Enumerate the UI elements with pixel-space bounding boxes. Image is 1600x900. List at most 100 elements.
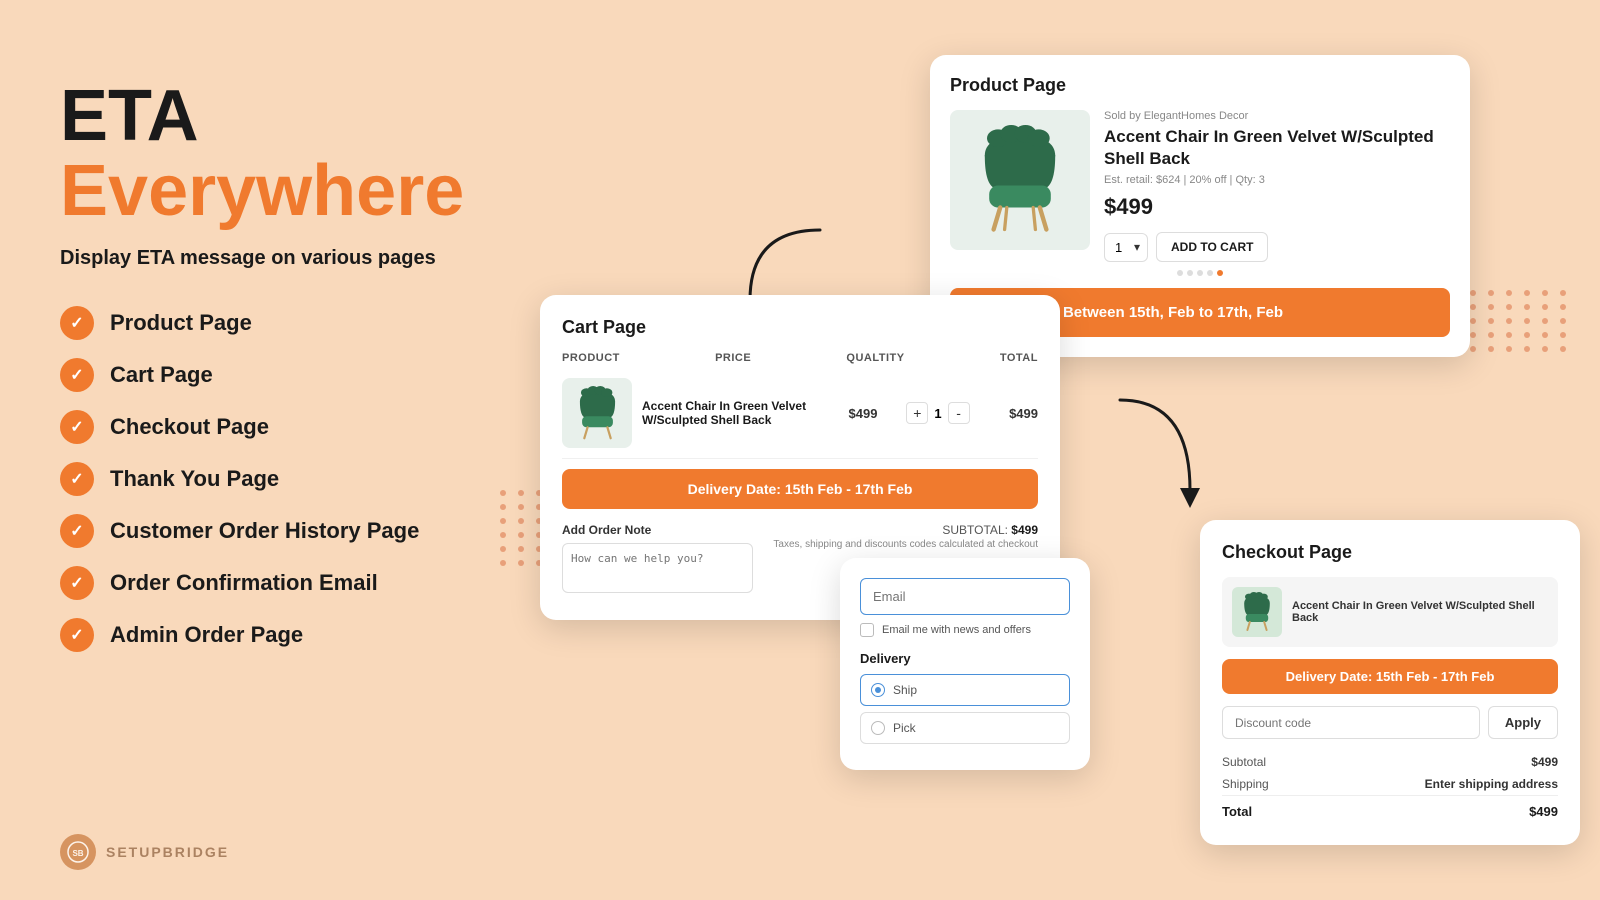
- check-icon: [60, 306, 94, 340]
- left-panel: ETA Everywhere Display ETA message on va…: [60, 80, 540, 652]
- check-icon: [60, 566, 94, 600]
- cart-item-row: Accent Chair In Green Velvet W/Sculpted …: [562, 378, 1038, 459]
- newsletter-checkbox[interactable]: [860, 623, 874, 637]
- check-icon: [60, 462, 94, 496]
- cart-delivery-banner: Delivery Date: 15th Feb - 17th Feb: [562, 469, 1038, 509]
- title-everywhere: Everywhere: [60, 152, 540, 231]
- feature-item-admin: Admin Order Page: [60, 618, 540, 652]
- product-price: $499: [1104, 194, 1450, 220]
- checkout-card-title: Checkout Page: [1222, 542, 1558, 563]
- checkout-delivery-banner: Delivery Date: 15th Feb - 17th Feb: [1222, 659, 1558, 694]
- svg-text:SB: SB: [72, 849, 83, 858]
- newsletter-label: Email me with news and offers: [882, 624, 1031, 636]
- checkout-item-name: Accent Chair In Green Velvet W/Sculpted …: [1292, 600, 1548, 624]
- tax-note: Taxes, shipping and discounts codes calc…: [773, 539, 1038, 550]
- chair-illustration: [965, 125, 1075, 235]
- feature-list: Product Page Cart Page Checkout Page Tha…: [60, 306, 540, 652]
- subtotal-line: SUBTOTAL: $499: [773, 523, 1038, 537]
- product-image-dots: [950, 270, 1450, 276]
- feature-label-cart: Cart Page: [110, 362, 213, 388]
- summary-table: Subtotal $499 Shipping Enter shipping ad…: [1222, 751, 1558, 823]
- ship-label: Ship: [893, 683, 917, 697]
- chair-illustration-checkout: [1237, 592, 1277, 632]
- qty-number: 1: [934, 406, 941, 421]
- product-details: Sold by ElegantHomes Decor Accent Chair …: [1104, 110, 1450, 262]
- feature-item-email: Order Confirmation Email: [60, 566, 540, 600]
- product-actions: 1 2 3 ADD TO CART: [1104, 232, 1450, 262]
- check-icon: [60, 410, 94, 444]
- chair-illustration-small: [570, 386, 625, 441]
- add-to-cart-button[interactable]: ADD TO CART: [1156, 232, 1268, 262]
- shipping-row: Shipping Enter shipping address: [1222, 773, 1558, 796]
- feature-label-checkout: Checkout Page: [110, 414, 269, 440]
- check-icon: [60, 514, 94, 548]
- logo-icon: SB: [60, 834, 96, 870]
- cart-table-header: PRODUCT PRICE QUALTITY TOTAL: [562, 352, 1038, 364]
- feature-label-thankyou: Thank You Page: [110, 466, 279, 492]
- feature-item-thankyou: Thank You Page: [60, 462, 540, 496]
- qty-increment[interactable]: +: [906, 402, 928, 424]
- qty-wrapper[interactable]: 1 2 3: [1104, 233, 1148, 262]
- ship-option[interactable]: Ship: [860, 674, 1070, 706]
- checkout-card: Checkout Page Accent Chair In Green Velv…: [1200, 520, 1580, 845]
- product-meta: Est. retail: $624 | 20% off | Qty: 3: [1104, 174, 1450, 186]
- pick-option[interactable]: Pick: [860, 712, 1070, 744]
- qty-decrement[interactable]: -: [948, 402, 970, 424]
- cart-qty-control[interactable]: + 1 -: [898, 402, 978, 424]
- total-value: $499: [1309, 796, 1558, 824]
- feature-item-checkout: Checkout Page: [60, 410, 540, 444]
- product-card-title: Product Page: [950, 75, 1450, 96]
- product-name: Accent Chair In Green Velvet W/Sculpted …: [1104, 126, 1450, 170]
- feature-label-history: Customer Order History Page: [110, 518, 419, 544]
- discount-input[interactable]: [1222, 706, 1480, 739]
- feature-label-email: Order Confirmation Email: [110, 570, 378, 596]
- img-dot: [1207, 270, 1213, 276]
- img-dot: [1177, 270, 1183, 276]
- check-icon: [60, 358, 94, 392]
- newsletter-row: Email me with news and offers: [860, 623, 1070, 637]
- arrow-2: [1110, 390, 1210, 510]
- checkout-form-card: Email me with news and offers Delivery S…: [840, 558, 1090, 770]
- email-input[interactable]: [860, 578, 1070, 615]
- apply-button[interactable]: Apply: [1488, 706, 1558, 739]
- ship-radio[interactable]: [871, 683, 885, 697]
- cart-card-title: Cart Page: [562, 317, 1038, 338]
- order-note-input[interactable]: [562, 543, 753, 593]
- feature-item-history: Customer Order History Page: [60, 514, 540, 548]
- subtitle: Display ETA message on various pages: [60, 247, 540, 270]
- bottom-logo: SB SETUPBRIDGE: [60, 834, 229, 870]
- product-inner: Sold by ElegantHomes Decor Accent Chair …: [950, 110, 1450, 262]
- order-note-label: Add Order Note: [562, 523, 753, 537]
- cart-item-img: [562, 378, 632, 448]
- checkout-item-img: [1232, 587, 1282, 637]
- product-image: [950, 110, 1090, 250]
- col-price: PRICE: [715, 352, 751, 364]
- subtotal-label: Subtotal: [1222, 751, 1309, 773]
- col-total: TOTAL: [1000, 352, 1038, 364]
- sold-by: Sold by ElegantHomes Decor: [1104, 110, 1450, 122]
- total-label: Total: [1222, 796, 1309, 824]
- cart-item-name: Accent Chair In Green Velvet W/Sculpted …: [642, 399, 828, 427]
- img-dot: [1197, 270, 1203, 276]
- col-product: PRODUCT: [562, 352, 620, 364]
- pick-radio[interactable]: [871, 721, 885, 735]
- col-quantity: QUALTITY: [846, 352, 904, 364]
- title-eta: ETA: [60, 80, 540, 152]
- delivery-label: Delivery: [860, 651, 1070, 666]
- subtotal-row: Subtotal $499: [1222, 751, 1558, 773]
- order-note-left: Add Order Note: [562, 523, 753, 598]
- feature-label-admin: Admin Order Page: [110, 622, 303, 648]
- total-row: Total $499: [1222, 796, 1558, 824]
- feature-item-cart: Cart Page: [60, 358, 540, 392]
- cart-item-price: $499: [838, 406, 888, 421]
- subtotal-value: $499: [1309, 751, 1558, 773]
- logo-text: SETUPBRIDGE: [106, 844, 229, 860]
- qty-select[interactable]: 1 2 3: [1104, 233, 1148, 262]
- feature-item-product: Product Page: [60, 306, 540, 340]
- pick-label: Pick: [893, 721, 916, 735]
- cart-item-total: $499: [988, 406, 1038, 421]
- img-dot: [1187, 270, 1193, 276]
- shipping-value: Enter shipping address: [1309, 773, 1558, 796]
- discount-row: Apply: [1222, 706, 1558, 739]
- checkout-item-row: Accent Chair In Green Velvet W/Sculpted …: [1222, 577, 1558, 647]
